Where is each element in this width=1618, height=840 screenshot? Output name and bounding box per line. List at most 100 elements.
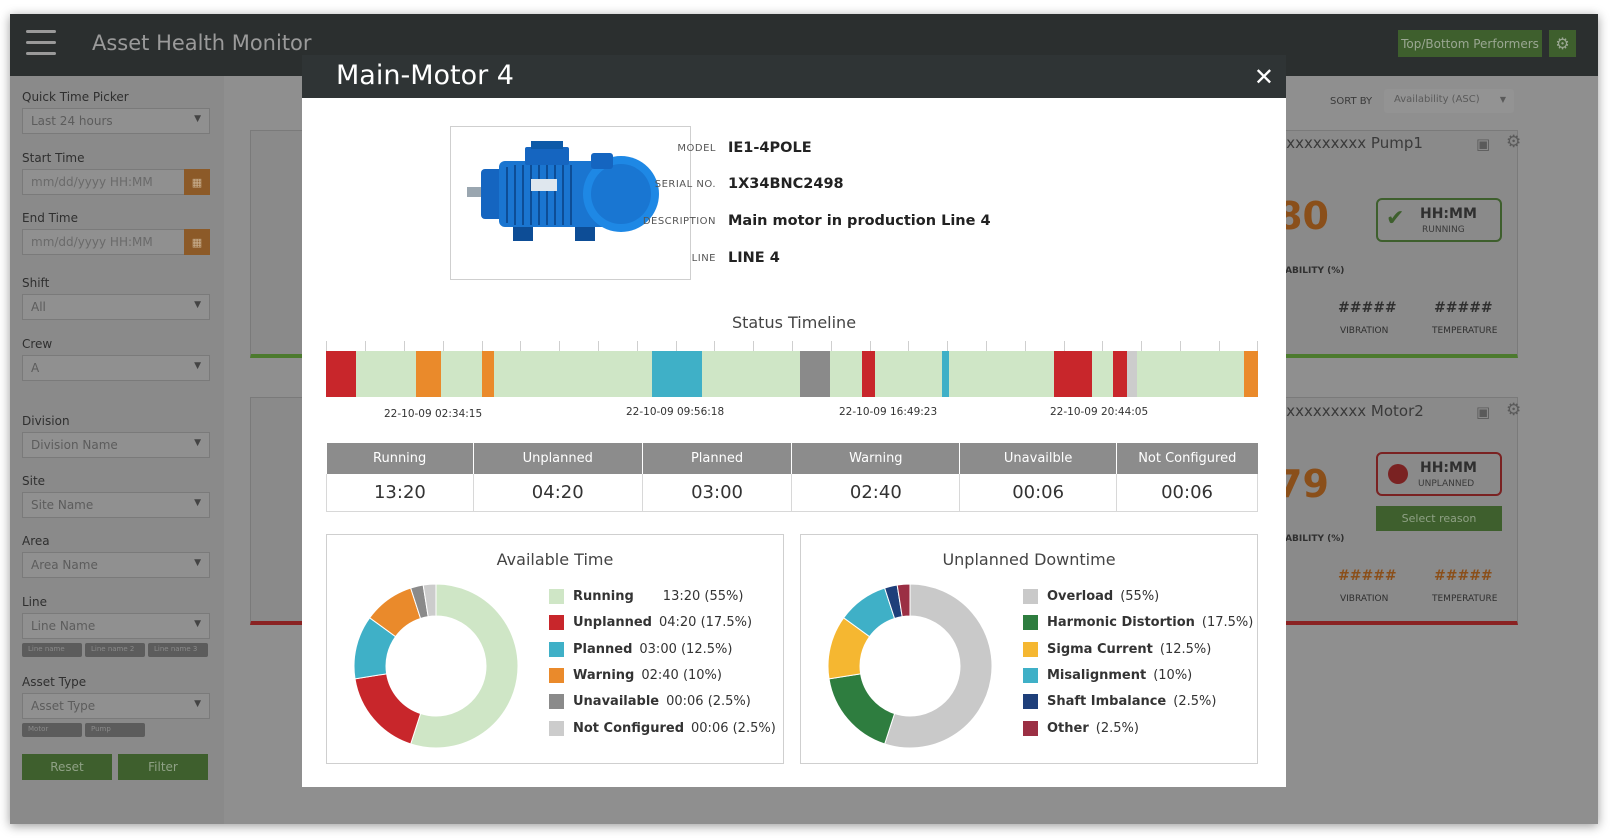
status-badge: HH:MM UNPLANNED [1376,452,1502,496]
column-header: Unavailble [959,443,1118,474]
close-icon[interactable]: ✕ [1254,63,1274,91]
legend-value: 13:20 (55%) [662,589,744,604]
legend-label: Warning [573,667,635,683]
asset-chip[interactable]: Motor [22,723,82,737]
legend-item[interactable]: Sigma Current (12.5%) [1023,641,1212,657]
crew-label: Crew [22,337,53,351]
gear-icon[interactable]: ⚙ [1506,400,1521,420]
timeline-segment-unplanned[interactable] [326,351,356,397]
legend-item[interactable]: Overload (55%) [1023,589,1159,604]
column-header: Unplanned [473,443,643,474]
table-cell: 00:06 [1116,474,1258,512]
legend-item[interactable]: Misalignment (10%) [1023,667,1193,683]
chart-title: Available Time [496,550,614,569]
start-time-placeholder: mm/dd/yyyy HH:MM [31,175,153,189]
legend-value: (55%) [1120,589,1160,604]
line-chip[interactable]: Line name [22,643,82,657]
legend-item[interactable]: Other (2.5%) [1023,720,1139,736]
donut-slice-harmonic-distortion[interactable] [828,673,896,745]
legend-swatch [549,694,564,710]
status-time: HH:MM [1420,460,1477,476]
crew-value: A [31,361,40,375]
line-chip[interactable]: Line name 3 [148,643,208,657]
division-select[interactable]: Division Name ▼ [22,432,210,458]
timeline-segment-warning[interactable] [416,351,441,397]
legend-label: Unavailable [573,694,660,710]
timeline-segment-unplanned[interactable] [1054,351,1092,397]
legend-label: Other [1047,720,1089,736]
donut-slice-unplanned[interactable] [354,673,422,745]
timeline-segment-warning[interactable] [482,351,494,397]
asset-type-value: Asset Type [31,699,96,713]
legend-item[interactable]: Shaft Imbalance (2.5%) [1023,694,1216,710]
calendar-icon[interactable]: ▦ [184,229,210,255]
info-value: LINE 4 [728,250,780,266]
image-icon[interactable]: ▣ [1476,135,1490,153]
filter-button[interactable]: Filter [118,754,208,780]
check-icon: ✔ [1386,206,1405,231]
legend-value: (17.5%) [1201,615,1254,631]
timeline-segment-warning[interactable] [1244,351,1258,397]
timeline-segment-unavailable[interactable] [800,351,830,397]
shift-select[interactable]: All ▼ [22,294,210,320]
line-select[interactable]: Line Name ▼ [22,613,210,639]
timeline-title: Status Timeline [731,313,857,332]
legend-item[interactable]: Running 13:20 (55%) [549,589,743,604]
vibration-value: ##### [1338,568,1397,584]
select-reason-button[interactable]: Select reason [1376,506,1502,531]
table-header-row: Running Unplanned Planned Warning Unavai… [326,443,1258,474]
table-row: 13:20 04:20 03:00 02:40 00:06 00:06 [326,474,1258,512]
site-label: Site [22,474,46,488]
legend-label: Harmonic Distortion [1047,615,1195,631]
legend-item[interactable]: Not Configured 00:06 (2.5%) [549,720,776,736]
timeline-segment-planned[interactable] [942,351,949,397]
timeline-segment-planned[interactable] [652,351,702,397]
start-time-input[interactable]: mm/dd/yyyy HH:MM ▦ [22,169,210,195]
gear-icon[interactable]: ⚙ [1549,30,1576,57]
image-icon[interactable]: ▣ [1476,403,1490,421]
table-cell: 03:00 [642,474,793,512]
end-time-input[interactable]: mm/dd/yyyy HH:MM ▦ [22,229,210,255]
legend-item[interactable]: Unplanned 04:20 (17.5%) [549,615,752,631]
calendar-icon[interactable]: ▦ [184,169,210,195]
legend-item[interactable]: Harmonic Distortion (17.5%) [1023,615,1254,631]
gear-icon[interactable]: ⚙ [1506,132,1521,152]
status-summary-table: Running Unplanned Planned Warning Unavai… [326,443,1258,512]
timeline-label: 22-10-09 16:49:23 [839,406,938,418]
legend-label: Not Configured [573,720,685,736]
timeline-label: 22-10-09 02:34:15 [384,408,483,420]
reset-button[interactable]: Reset [22,754,112,780]
info-row-description: DESCRIPTION Main motor in production Lin… [598,213,991,229]
temperature-value: ##### [1434,568,1493,584]
timeline-label: 22-10-09 20:44:05 [1050,406,1149,418]
legend-item[interactable]: Planned 03:00 (12.5%) [549,641,732,657]
top-bottom-performers-button[interactable]: Top/Bottom Performers [1398,30,1542,57]
app-title: Asset Health Monitor [92,31,312,55]
legend-label: Sigma Current [1047,641,1153,657]
card-title: Xxxxxxxxxx Motor2 [1276,402,1424,420]
legend-swatch [549,667,564,683]
legend-value: 02:40 (10%) [641,667,722,683]
asset-type-select[interactable]: Asset Type ▼ [22,693,210,719]
legend-value: (12.5%) [1159,641,1212,657]
hamburger-menu-icon[interactable] [26,30,56,56]
asset-chip[interactable]: Pump [85,723,145,737]
legend-value: 00:06 (2.5%) [666,694,751,710]
crew-select[interactable]: A ▼ [22,355,210,381]
legend-value: (10%) [1153,667,1193,683]
site-select[interactable]: Site Name ▼ [22,492,210,518]
legend-swatch [549,589,564,604]
area-select[interactable]: Area Name ▼ [22,552,210,578]
availability-label: ILABILITY (%) [1276,534,1345,544]
quick-time-select[interactable]: Last 24 hours ▼ [22,108,210,134]
legend-label: Planned [573,641,633,657]
timeline-segment-unplanned[interactable] [1113,351,1127,397]
legend-item[interactable]: Unavailable 00:06 (2.5%) [549,694,751,710]
line-chip[interactable]: Line name 2 [85,643,145,657]
timeline-segment-not-configured[interactable] [1127,351,1137,397]
legend-item[interactable]: Warning 02:40 (10%) [549,667,722,683]
line-value: Line Name [31,619,96,633]
sort-by-select[interactable]: Availability (ASC) ▼ [1384,89,1514,113]
legend-value: (2.5%) [1095,720,1139,736]
timeline-segment-unplanned[interactable] [862,351,875,397]
